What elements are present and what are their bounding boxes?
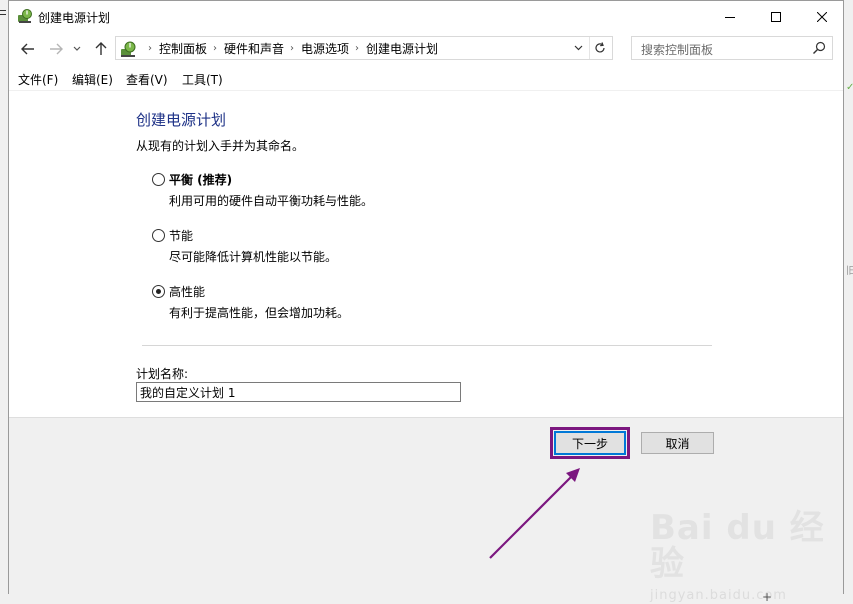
control-panel-window: 创建电源计划 › 控制面板 › 硬件和声音 › 电源选项 › 创建电源计划 搜索…	[8, 0, 844, 594]
next-button[interactable]: 下一步	[554, 431, 626, 455]
background-window-fragment: 旧	[846, 266, 853, 277]
option-high-performance-label[interactable]: 高性能	[169, 283, 205, 300]
cancel-button[interactable]: 取消	[641, 432, 714, 454]
baidu-watermark: Bai du 经验 jingyan.baidu.com	[650, 510, 853, 603]
search-placeholder[interactable]: 搜索控制面板	[641, 41, 713, 58]
power-options-icon	[17, 8, 33, 24]
breadcrumb-separator-icon[interactable]: ›	[290, 43, 294, 54]
search-box[interactable]: 搜索控制面板	[631, 36, 833, 60]
breadcrumb-power-options[interactable]: 电源选项	[301, 40, 349, 57]
maximize-button[interactable]	[753, 1, 799, 32]
menu-view[interactable]: 查看(V)	[126, 71, 168, 88]
watermark-sub: jingyan.baidu.com	[650, 588, 787, 603]
navigation-bar: › 控制面板 › 硬件和声音 › 电源选项 › 创建电源计划 搜索控制面板	[9, 35, 843, 63]
breadcrumb-create-power-plan[interactable]: 创建电源计划	[366, 40, 438, 57]
breadcrumb-hardware-sound[interactable]: 硬件和声音	[224, 40, 284, 57]
breadcrumb-separator-icon[interactable]: ›	[355, 43, 359, 54]
option-balanced-label[interactable]: 平衡 (推荐)	[169, 171, 232, 188]
search-icon[interactable]	[812, 41, 826, 58]
breadcrumb-separator-icon: ›	[148, 42, 152, 54]
recent-locations-chevron-icon[interactable]	[71, 39, 83, 59]
address-dropdown-chevron-icon[interactable]	[570, 37, 586, 59]
option-power-saver-label[interactable]: 节能	[169, 227, 193, 244]
background-window-fragment: ✓	[846, 82, 853, 93]
breadcrumb-control-panel[interactable]: 控制面板	[159, 40, 207, 57]
window-title: 创建电源计划	[38, 11, 111, 25]
page-description: 从现有的计划入手并为其命名。	[136, 139, 305, 153]
divider	[142, 345, 712, 346]
background-window-fragment	[0, 8, 8, 20]
background-window-fragment: +	[762, 590, 773, 604]
minimize-button[interactable]	[707, 1, 753, 32]
menu-file[interactable]: 文件(F)	[18, 71, 58, 88]
plan-name-label: 计划名称:	[136, 367, 189, 381]
breadcrumb-separator-icon[interactable]: ›	[213, 43, 217, 54]
plan-name-input[interactable]	[136, 382, 461, 402]
control-panel-icon	[119, 40, 137, 58]
watermark-main: Bai du 经验	[650, 508, 825, 584]
address-bar[interactable]: › 控制面板 › 硬件和声音 › 电源选项 › 创建电源计划	[115, 36, 613, 60]
menu-edit[interactable]: 编辑(E)	[72, 71, 113, 88]
menu-tools[interactable]: 工具(T)	[182, 71, 223, 88]
breadcrumb: › 控制面板 › 硬件和声音 › 电源选项 › 创建电源计划	[142, 37, 438, 59]
close-button[interactable]	[799, 1, 845, 32]
up-arrow-icon[interactable]	[91, 39, 111, 59]
back-arrow-icon[interactable]	[18, 39, 38, 59]
forward-arrow-icon[interactable]	[46, 39, 66, 59]
page-title: 创建电源计划	[136, 111, 227, 129]
radio-power-saver[interactable]	[152, 229, 165, 242]
radio-high-performance[interactable]	[152, 285, 165, 298]
option-high-performance-description: 有利于提高性能，但会增加功耗。	[169, 306, 350, 320]
create-plan-content: 创建电源计划 从现有的计划入手并为其命名。 平衡 (推荐) 利用可用的硬件自动平…	[9, 91, 843, 417]
option-power-saver-description: 尽可能降低计算机性能以节能。	[169, 250, 338, 264]
option-balanced-description: 利用可用的硬件自动平衡功耗与性能。	[169, 194, 374, 208]
menu-bar: 文件(F) 编辑(E) 查看(V) 工具(T)	[9, 68, 843, 91]
radio-balanced[interactable]	[152, 173, 165, 186]
title-bar[interactable]: 创建电源计划	[9, 1, 843, 32]
refresh-icon[interactable]	[589, 37, 610, 59]
